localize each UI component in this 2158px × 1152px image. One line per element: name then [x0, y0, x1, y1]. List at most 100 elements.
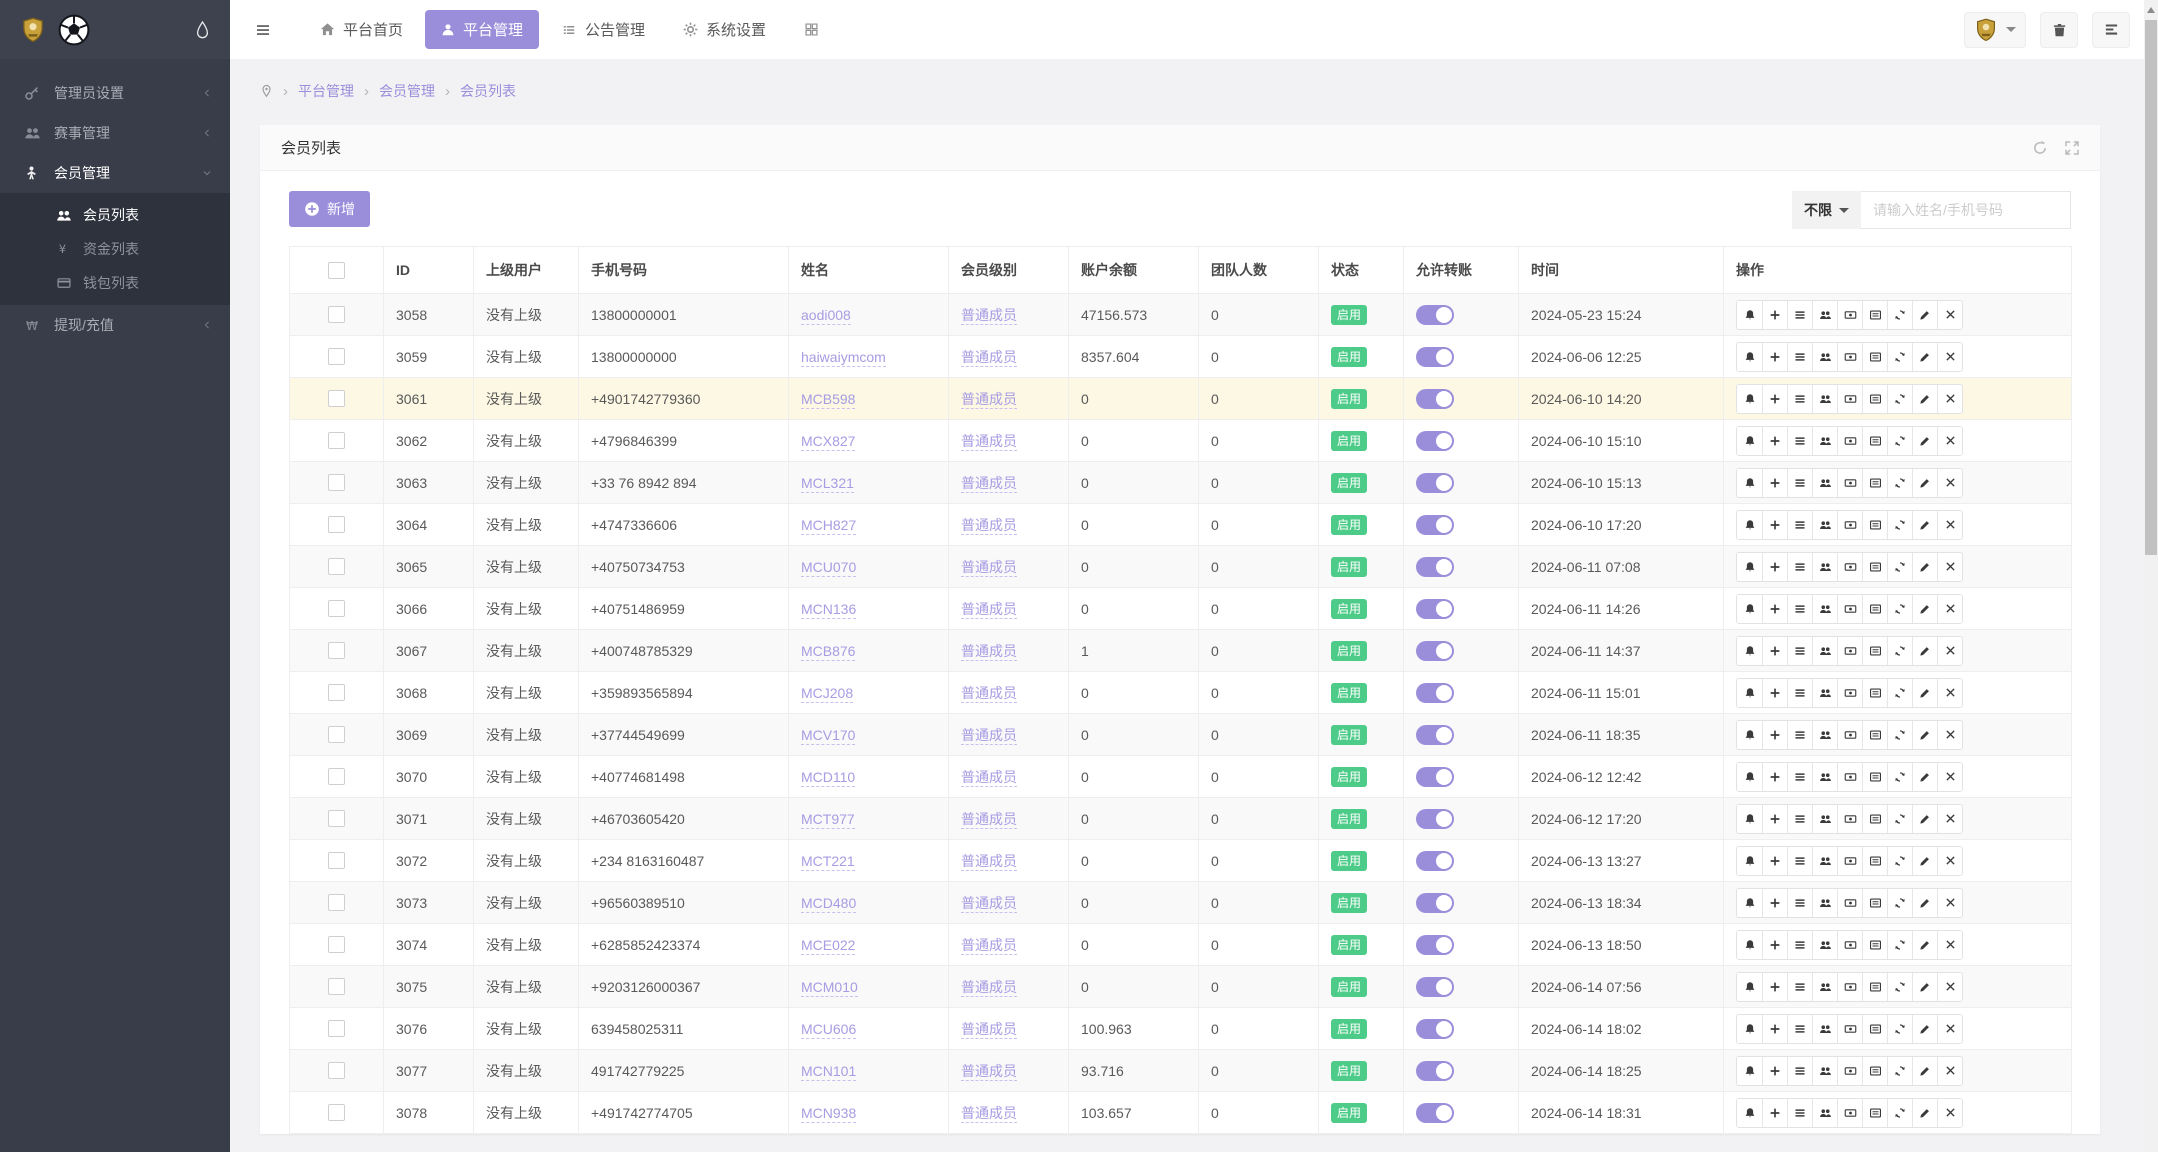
- reset-button[interactable]: [1887, 637, 1912, 665]
- bill-list-button[interactable]: [1862, 637, 1887, 665]
- team-button[interactable]: [1812, 1099, 1837, 1127]
- row-checkbox[interactable]: [328, 726, 345, 743]
- member-name-link[interactable]: aodi008: [801, 307, 851, 325]
- row-checkbox[interactable]: [328, 810, 345, 827]
- team-button[interactable]: [1812, 637, 1837, 665]
- edit-button[interactable]: [1912, 763, 1937, 791]
- notify-button[interactable]: [1737, 427, 1762, 455]
- breadcrumb-link[interactable]: 平台管理: [298, 81, 354, 101]
- reset-button[interactable]: [1887, 427, 1912, 455]
- logs-button[interactable]: [1787, 721, 1812, 749]
- logs-button[interactable]: [1787, 1057, 1812, 1085]
- member-level-link[interactable]: 普通成员: [961, 811, 1017, 829]
- delete-button[interactable]: [1937, 721, 1962, 749]
- add-sub-button[interactable]: [1762, 553, 1787, 581]
- logs-button[interactable]: [1787, 931, 1812, 959]
- edit-button[interactable]: [1912, 595, 1937, 623]
- notify-button[interactable]: [1737, 847, 1762, 875]
- row-checkbox[interactable]: [328, 1104, 345, 1121]
- notify-button[interactable]: [1737, 301, 1762, 329]
- money-button[interactable]: [1837, 805, 1862, 833]
- transfer-toggle[interactable]: [1416, 977, 1454, 997]
- logs-button[interactable]: [1787, 805, 1812, 833]
- sidebar-item-wallet-list[interactable]: 钱包列表: [0, 266, 230, 300]
- add-member-button[interactable]: 新增: [289, 191, 370, 227]
- sidebar-item-match-management[interactable]: 赛事管理: [0, 113, 230, 153]
- delete-button[interactable]: [1937, 553, 1962, 581]
- member-level-link[interactable]: 普通成员: [961, 391, 1017, 409]
- add-sub-button[interactable]: [1762, 427, 1787, 455]
- reset-button[interactable]: [1887, 931, 1912, 959]
- row-checkbox[interactable]: [328, 390, 345, 407]
- logs-button[interactable]: [1787, 637, 1812, 665]
- delete-button[interactable]: [1937, 1015, 1962, 1043]
- transfer-toggle[interactable]: [1416, 431, 1454, 451]
- row-checkbox[interactable]: [328, 348, 345, 365]
- refresh-icon[interactable]: [2032, 140, 2048, 156]
- bill-list-button[interactable]: [1862, 343, 1887, 371]
- water-drop-icon[interactable]: [195, 20, 210, 40]
- sidebar-item-withdraw-deposit[interactable]: ₩ 提现/充值: [0, 305, 230, 345]
- reset-button[interactable]: [1887, 1057, 1912, 1085]
- add-sub-button[interactable]: [1762, 469, 1787, 497]
- add-sub-button[interactable]: [1762, 595, 1787, 623]
- member-level-link[interactable]: 普通成员: [961, 979, 1017, 997]
- breadcrumb-link[interactable]: 会员管理: [379, 81, 435, 101]
- delete-button[interactable]: [1937, 469, 1962, 497]
- reset-button[interactable]: [1887, 721, 1912, 749]
- row-checkbox[interactable]: [328, 684, 345, 701]
- team-button[interactable]: [1812, 469, 1837, 497]
- tab-grid-more[interactable]: [788, 13, 835, 46]
- bill-list-button[interactable]: [1862, 1015, 1887, 1043]
- member-level-link[interactable]: 普通成员: [961, 1021, 1017, 1039]
- row-checkbox[interactable]: [328, 306, 345, 323]
- delete-button[interactable]: [1937, 385, 1962, 413]
- row-checkbox[interactable]: [328, 1020, 345, 1037]
- team-button[interactable]: [1812, 889, 1837, 917]
- bill-list-button[interactable]: [1862, 973, 1887, 1001]
- money-button[interactable]: [1837, 595, 1862, 623]
- delete-button[interactable]: [1937, 805, 1962, 833]
- notify-button[interactable]: [1737, 637, 1762, 665]
- row-checkbox[interactable]: [328, 432, 345, 449]
- member-level-link[interactable]: 普通成员: [961, 307, 1017, 325]
- edit-button[interactable]: [1912, 805, 1937, 833]
- tab-platform-home[interactable]: 平台首页: [304, 10, 419, 49]
- row-checkbox[interactable]: [328, 642, 345, 659]
- edit-button[interactable]: [1912, 343, 1937, 371]
- money-button[interactable]: [1837, 931, 1862, 959]
- row-checkbox[interactable]: [328, 516, 345, 533]
- bill-list-button[interactable]: [1862, 763, 1887, 791]
- bill-list-button[interactable]: [1862, 847, 1887, 875]
- team-button[interactable]: [1812, 595, 1837, 623]
- member-name-link[interactable]: MCT977: [801, 811, 855, 829]
- tab-system-settings[interactable]: 系统设置: [667, 10, 782, 49]
- reset-button[interactable]: [1887, 301, 1912, 329]
- row-checkbox[interactable]: [328, 768, 345, 785]
- reset-button[interactable]: [1887, 763, 1912, 791]
- delete-button[interactable]: [1937, 679, 1962, 707]
- transfer-toggle[interactable]: [1416, 515, 1454, 535]
- team-button[interactable]: [1812, 931, 1837, 959]
- member-name-link[interactable]: MCL321: [801, 475, 854, 493]
- money-button[interactable]: [1837, 301, 1862, 329]
- team-button[interactable]: [1812, 763, 1837, 791]
- bill-list-button[interactable]: [1862, 931, 1887, 959]
- delete-button[interactable]: [1937, 301, 1962, 329]
- notify-button[interactable]: [1737, 553, 1762, 581]
- money-button[interactable]: [1837, 1015, 1862, 1043]
- money-button[interactable]: [1837, 637, 1862, 665]
- user-avatar-dropdown[interactable]: [1964, 12, 2026, 48]
- transfer-toggle[interactable]: [1416, 599, 1454, 619]
- member-level-link[interactable]: 普通成员: [961, 1063, 1017, 1081]
- logs-button[interactable]: [1787, 763, 1812, 791]
- notify-button[interactable]: [1737, 889, 1762, 917]
- transfer-toggle[interactable]: [1416, 767, 1454, 787]
- reset-button[interactable]: [1887, 511, 1912, 539]
- transfer-toggle[interactable]: [1416, 347, 1454, 367]
- row-checkbox[interactable]: [328, 474, 345, 491]
- member-name-link[interactable]: MCN101: [801, 1063, 856, 1081]
- edit-button[interactable]: [1912, 1015, 1937, 1043]
- transfer-toggle[interactable]: [1416, 641, 1454, 661]
- row-checkbox[interactable]: [328, 1062, 345, 1079]
